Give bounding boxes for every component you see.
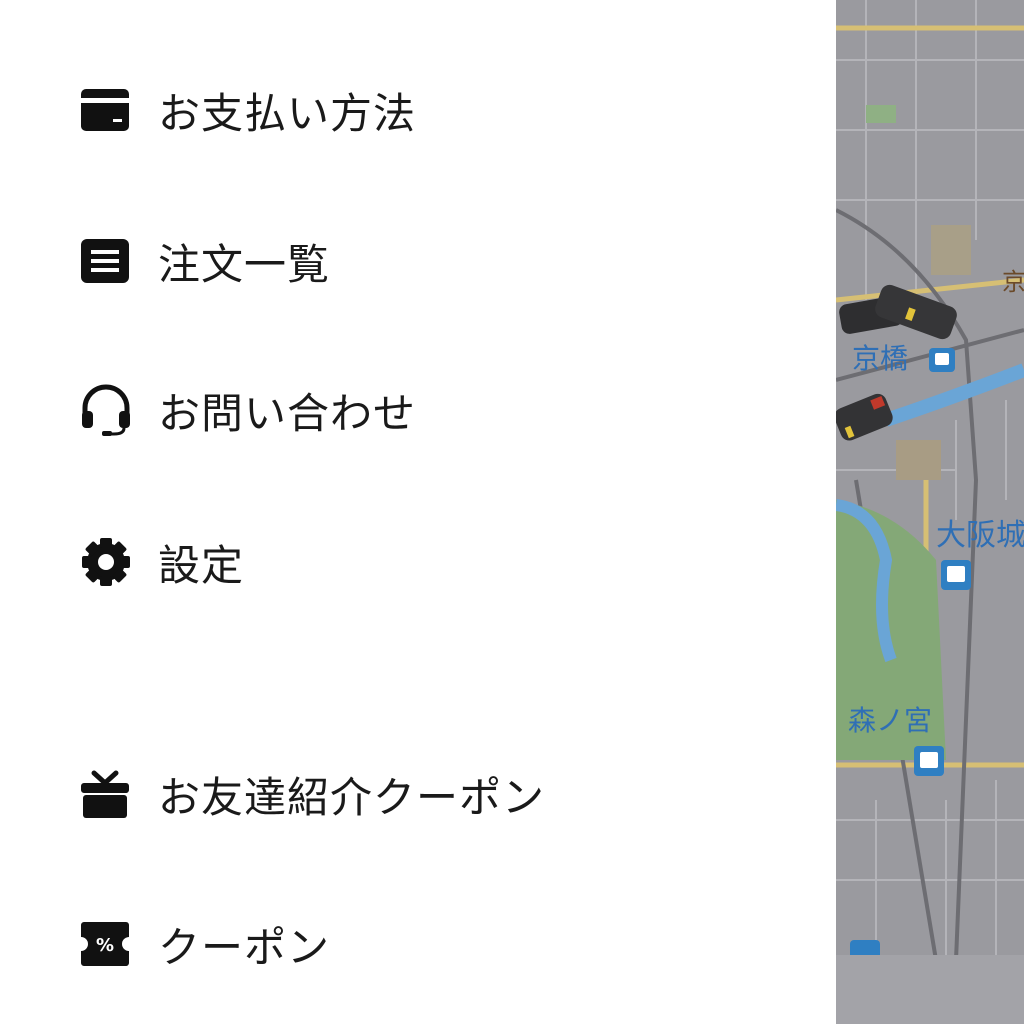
menu-item-settings[interactable]: 設定	[80, 532, 244, 592]
credit-card-icon	[80, 84, 132, 136]
map-canvas: 京橋 大阪城 森ノ宮 京	[836, 0, 1024, 1024]
map-label-morinomiya: 森ノ宮	[848, 704, 932, 737]
coupon-ticket-icon: %	[80, 918, 132, 970]
gear-icon	[80, 536, 132, 588]
menu-item-friend-referral-coupon[interactable]: お友達紹介クーポン	[80, 764, 545, 824]
gift-icon	[80, 768, 132, 820]
menu-item-order-list[interactable]: 注文一覧	[80, 231, 330, 291]
menu-item-contact[interactable]: お問い合わせ	[80, 380, 416, 440]
headset-icon	[80, 384, 132, 436]
receipt-list-icon	[80, 235, 132, 287]
menu-item-label: クーポン	[158, 922, 331, 972]
map-bottom-overlay	[836, 955, 1024, 1024]
coupon-percent-glyph: %	[96, 935, 114, 956]
menu-item-label: お問い合わせ	[158, 388, 417, 438]
side-menu-drawer: お支払い方法 注文一覧 お問い合わせ 設定 お友達紹介クーポン % クーポン	[0, 0, 836, 1024]
menu-item-label: 注文一覧	[158, 239, 331, 289]
map-label-edge: 京	[1002, 268, 1024, 296]
menu-item-label: お支払い方法	[158, 88, 417, 138]
menu-item-payment-method[interactable]: お支払い方法	[80, 80, 416, 140]
menu-item-label: お友達紹介クーポン	[158, 772, 546, 822]
map-label-osakajo: 大阪城	[936, 518, 1024, 553]
map-label-kyobashi: 京橋	[852, 342, 908, 375]
map-view[interactable]: 京橋 大阪城 森ノ宮 京	[836, 0, 1024, 1024]
menu-item-label: 設定	[158, 540, 245, 590]
menu-item-coupon[interactable]: % クーポン	[80, 914, 330, 974]
